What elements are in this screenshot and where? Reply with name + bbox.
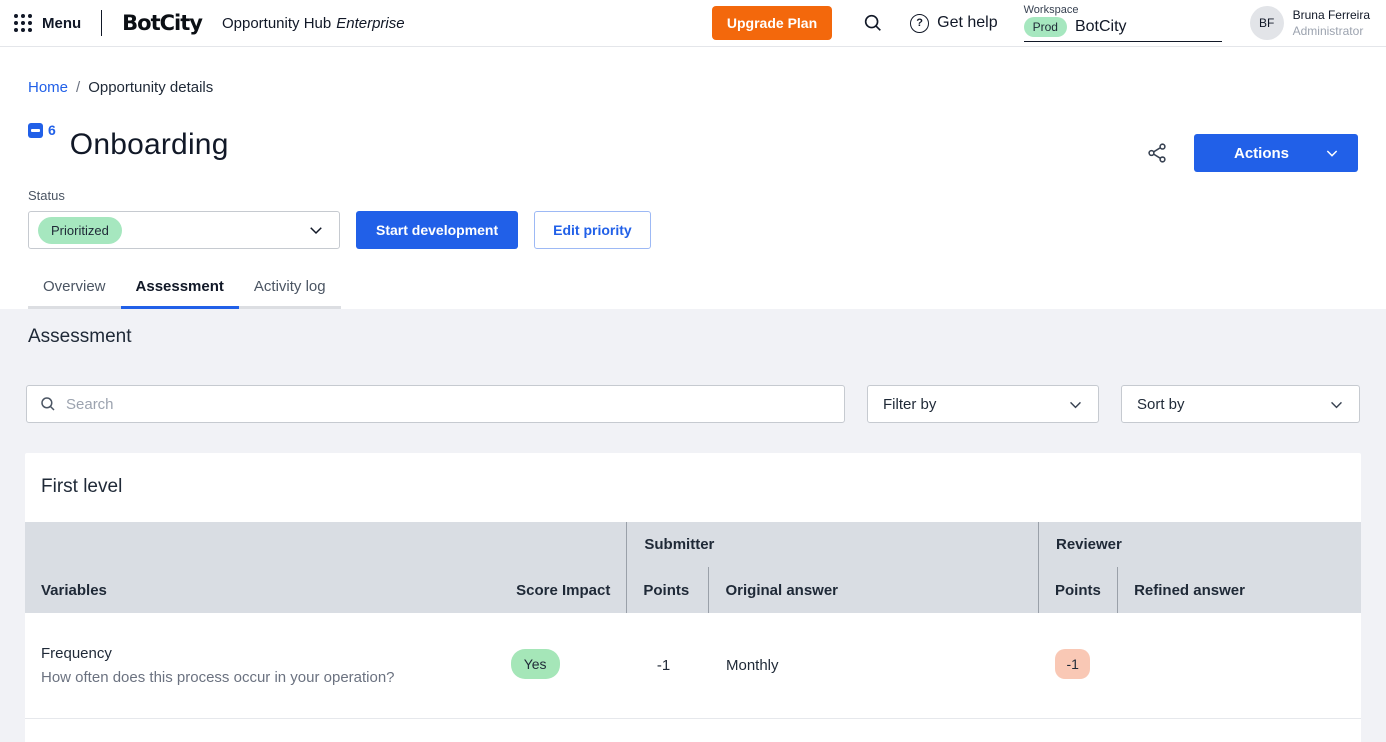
score-impact-badge: Yes (511, 649, 560, 679)
page-header-area: Home / Opportunity details 6 Onboarding … (0, 47, 1386, 309)
filter-by-label: Filter by (883, 396, 936, 413)
priority-indicator: 6 (28, 122, 56, 138)
botcity-logo[interactable]: BotCity (122, 11, 202, 35)
share-button[interactable] (1146, 142, 1168, 164)
column-header-variables: Variables (25, 567, 495, 613)
header-spacer (25, 522, 627, 567)
user-role: Administrator (1293, 24, 1370, 38)
cell-score-impact: Yes (495, 613, 627, 718)
workspace-name: BotCity (1075, 18, 1127, 36)
app-edition: Enterprise (336, 15, 404, 32)
avatar[interactable]: BF (1250, 6, 1284, 40)
chevron-down-icon (1067, 396, 1084, 413)
sort-by-label: Sort by (1137, 396, 1185, 413)
page-title: Onboarding (70, 128, 229, 162)
cell-reviewer-points: -1 (1038, 613, 1117, 718)
status-label: Status (28, 188, 1358, 203)
edit-priority-button[interactable]: Edit priority (534, 211, 651, 249)
column-header-reviewer-points: Points (1038, 567, 1117, 613)
actions-dropdown-button[interactable]: Actions (1194, 134, 1358, 172)
workspace-label: Workspace (1024, 4, 1222, 16)
status-badge: Prioritized (38, 217, 122, 244)
card-title: First level (25, 453, 1361, 522)
get-help-label: Get help (937, 14, 997, 32)
start-development-button[interactable]: Start development (356, 211, 518, 249)
chevron-down-icon (307, 221, 325, 239)
section-title: Assessment (25, 309, 1361, 348)
column-header-submitter-points: Points (627, 567, 709, 613)
table-row[interactable]: Frequency How often does this process oc… (25, 613, 1361, 718)
column-header-original-answer: Original answer (709, 567, 1039, 613)
assessment-search[interactable] (26, 385, 845, 423)
tab-activity-log[interactable]: Activity log (239, 271, 341, 309)
app-title: Opportunity Hub (222, 15, 331, 32)
cell-submitter-points: -1 (627, 613, 709, 718)
main-menu-button[interactable]: Menu (14, 14, 81, 32)
user-menu[interactable]: BF Bruna Ferreira Administrator (1250, 6, 1370, 40)
share-icon (1146, 142, 1168, 164)
search-icon (39, 395, 57, 413)
filter-by-dropdown[interactable]: Filter by (867, 385, 1099, 423)
tab-assessment[interactable]: Assessment (121, 271, 239, 309)
cell-original-answer: Monthly (709, 613, 1039, 718)
variable-question: How often does this process occur in you… (41, 669, 495, 686)
workspace-value[interactable]: Prod BotCity (1024, 17, 1222, 42)
chevron-down-icon (1328, 396, 1345, 413)
waffle-menu-icon (14, 14, 32, 32)
tab-bar: Overview Assessment Activity log (28, 271, 341, 309)
help-icon: ? (910, 14, 929, 33)
search-icon (862, 12, 884, 34)
priority-number: 6 (48, 122, 56, 138)
get-help-button[interactable]: ? Get help (910, 14, 997, 33)
status-dropdown[interactable]: Prioritized (28, 211, 340, 249)
actions-label: Actions (1234, 145, 1289, 162)
search-input[interactable] (66, 396, 832, 413)
cell-refined-answer (1118, 613, 1361, 718)
user-name: Bruna Ferreira (1293, 8, 1370, 22)
variable-name: Frequency (41, 645, 495, 662)
breadcrumb: Home / Opportunity details (28, 79, 1358, 96)
priority-minus-icon (28, 123, 43, 138)
menu-label: Menu (42, 15, 81, 32)
breadcrumb-current: Opportunity details (88, 79, 213, 96)
assessment-table: Submitter Reviewer Variables Score Impac… (25, 522, 1361, 719)
first-level-card: First level Submitter Reviewer Variables… (25, 453, 1361, 742)
breadcrumb-home-link[interactable]: Home (28, 79, 68, 96)
topbar-divider (101, 10, 102, 36)
workspace-env-badge: Prod (1024, 17, 1067, 37)
chevron-down-icon (1324, 145, 1340, 161)
sort-by-dropdown[interactable]: Sort by (1121, 385, 1360, 423)
topbar: Menu BotCity Opportunity Hub Enterprise … (0, 0, 1386, 47)
assessment-section: Assessment Filter by Sort by First level (0, 309, 1386, 742)
upgrade-plan-button[interactable]: Upgrade Plan (712, 6, 832, 40)
tab-overview[interactable]: Overview (28, 271, 121, 309)
column-header-score-impact: Score Impact (495, 567, 627, 613)
group-header-reviewer: Reviewer (1038, 522, 1361, 567)
workspace-selector[interactable]: Workspace Prod BotCity (1024, 4, 1222, 42)
column-header-refined-answer: Refined answer (1118, 567, 1361, 613)
reviewer-points-badge: -1 (1055, 649, 1089, 679)
global-search-button[interactable] (862, 12, 884, 34)
cell-variable: Frequency How often does this process oc… (25, 613, 495, 718)
group-header-submitter: Submitter (627, 522, 1039, 567)
breadcrumb-separator: / (76, 79, 80, 96)
